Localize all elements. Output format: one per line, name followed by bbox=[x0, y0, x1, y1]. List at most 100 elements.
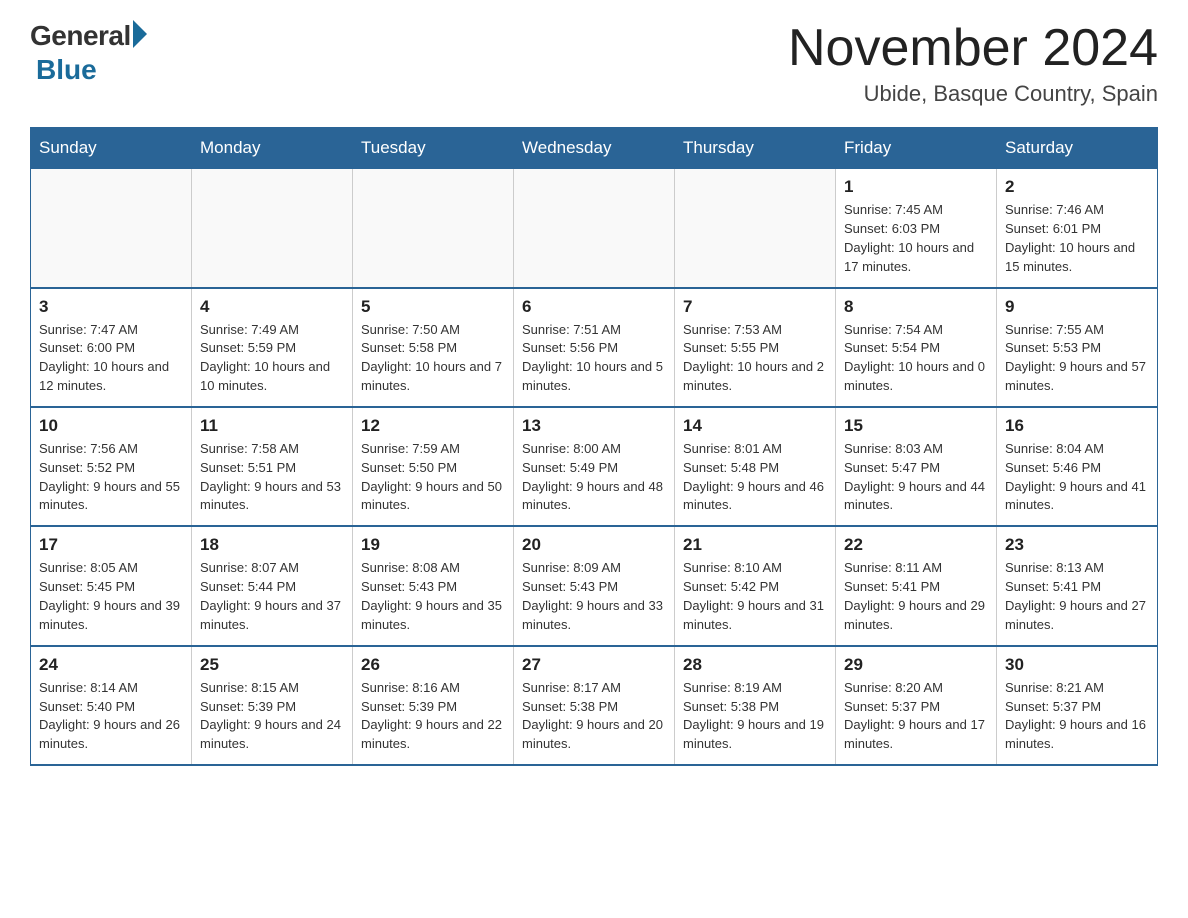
calendar-cell: 9 Sunrise: 7:55 AMSunset: 5:53 PMDaylight… bbox=[997, 288, 1158, 407]
day-info: Sunrise: 7:53 AMSunset: 5:55 PMDaylight:… bbox=[683, 321, 827, 396]
calendar-cell: 16 Sunrise: 8:04 AMSunset: 5:46 PMDayligh… bbox=[997, 407, 1158, 526]
month-title: November 2024 bbox=[788, 20, 1158, 77]
day-number: 14 bbox=[683, 416, 827, 436]
calendar-cell: 14Sunrise: 8:01 AMSunset: 5:48 PMDayligh… bbox=[675, 407, 836, 526]
day-number: 9 bbox=[1005, 297, 1149, 317]
calendar-cell: 6 Sunrise: 7:51 AMSunset: 5:56 PMDaylight… bbox=[514, 288, 675, 407]
day-number: 5 bbox=[361, 297, 505, 317]
day-info: Sunrise: 8:14 AMSunset: 5:40 PMDaylight:… bbox=[39, 679, 183, 754]
calendar-cell: 26 Sunrise: 8:16 AMSunset: 5:39 PMDayligh… bbox=[353, 646, 514, 765]
day-info: Sunrise: 7:54 AMSunset: 5:54 PMDaylight:… bbox=[844, 321, 988, 396]
day-info: Sunrise: 7:59 AMSunset: 5:50 PMDaylight:… bbox=[361, 440, 505, 515]
day-number: 28 bbox=[683, 655, 827, 675]
calendar-cell: 18 Sunrise: 8:07 AMSunset: 5:44 PMDayligh… bbox=[192, 526, 353, 645]
calendar-week-row: 10 Sunrise: 7:56 AMSunset: 5:52 PMDayligh… bbox=[31, 407, 1158, 526]
day-number: 3 bbox=[39, 297, 183, 317]
day-number: 15 bbox=[844, 416, 988, 436]
day-number: 10 bbox=[39, 416, 183, 436]
day-info: Sunrise: 8:04 AMSunset: 5:46 PMDaylight:… bbox=[1005, 440, 1149, 515]
day-number: 20 bbox=[522, 535, 666, 555]
page-header: General Blue November 2024 Ubide, Basque… bbox=[30, 20, 1158, 107]
calendar-table: SundayMondayTuesdayWednesdayThursdayFrid… bbox=[30, 127, 1158, 766]
title-area: November 2024 Ubide, Basque Country, Spa… bbox=[788, 20, 1158, 107]
day-number: 4 bbox=[200, 297, 344, 317]
calendar-cell: 25 Sunrise: 8:15 AMSunset: 5:39 PMDayligh… bbox=[192, 646, 353, 765]
day-info: Sunrise: 8:07 AMSunset: 5:44 PMDaylight:… bbox=[200, 559, 344, 634]
day-info: Sunrise: 8:11 AMSunset: 5:41 PMDaylight:… bbox=[844, 559, 988, 634]
calendar-cell: 8 Sunrise: 7:54 AMSunset: 5:54 PMDaylight… bbox=[836, 288, 997, 407]
day-info: Sunrise: 8:19 AMSunset: 5:38 PMDaylight:… bbox=[683, 679, 827, 754]
day-info: Sunrise: 7:56 AMSunset: 5:52 PMDaylight:… bbox=[39, 440, 183, 515]
day-number: 21 bbox=[683, 535, 827, 555]
calendar-cell: 15 Sunrise: 8:03 AMSunset: 5:47 PMDayligh… bbox=[836, 407, 997, 526]
day-info: Sunrise: 8:08 AMSunset: 5:43 PMDaylight:… bbox=[361, 559, 505, 634]
day-info: Sunrise: 8:00 AMSunset: 5:49 PMDaylight:… bbox=[522, 440, 666, 515]
day-number: 25 bbox=[200, 655, 344, 675]
calendar-cell: 29Sunrise: 8:20 AMSunset: 5:37 PMDayligh… bbox=[836, 646, 997, 765]
day-info: Sunrise: 7:46 AMSunset: 6:01 PMDaylight:… bbox=[1005, 201, 1149, 276]
day-number: 13 bbox=[522, 416, 666, 436]
day-info: Sunrise: 7:51 AMSunset: 5:56 PMDaylight:… bbox=[522, 321, 666, 396]
day-info: Sunrise: 8:17 AMSunset: 5:38 PMDaylight:… bbox=[522, 679, 666, 754]
day-number: 30 bbox=[1005, 655, 1149, 675]
day-info: Sunrise: 8:10 AMSunset: 5:42 PMDaylight:… bbox=[683, 559, 827, 634]
day-number: 12 bbox=[361, 416, 505, 436]
calendar-cell: 30 Sunrise: 8:21 AMSunset: 5:37 PMDayligh… bbox=[997, 646, 1158, 765]
calendar-cell: 10 Sunrise: 7:56 AMSunset: 5:52 PMDayligh… bbox=[31, 407, 192, 526]
calendar-cell: 20 Sunrise: 8:09 AMSunset: 5:43 PMDayligh… bbox=[514, 526, 675, 645]
calendar-week-row: 24Sunrise: 8:14 AMSunset: 5:40 PMDayligh… bbox=[31, 646, 1158, 765]
calendar-cell: 23Sunrise: 8:13 AMSunset: 5:41 PMDayligh… bbox=[997, 526, 1158, 645]
day-number: 2 bbox=[1005, 177, 1149, 197]
logo-blue-text: Blue bbox=[36, 54, 97, 86]
day-number: 26 bbox=[361, 655, 505, 675]
day-number: 7 bbox=[683, 297, 827, 317]
day-number: 27 bbox=[522, 655, 666, 675]
calendar-cell: 2 Sunrise: 7:46 AMSunset: 6:01 PMDaylight… bbox=[997, 169, 1158, 288]
day-number: 17 bbox=[39, 535, 183, 555]
day-number: 22 bbox=[844, 535, 988, 555]
weekday-header-thursday: Thursday bbox=[675, 128, 836, 169]
calendar-cell: 13 Sunrise: 8:00 AMSunset: 5:49 PMDayligh… bbox=[514, 407, 675, 526]
calendar-cell: 24Sunrise: 8:14 AMSunset: 5:40 PMDayligh… bbox=[31, 646, 192, 765]
calendar-cell: 7 Sunrise: 7:53 AMSunset: 5:55 PMDaylight… bbox=[675, 288, 836, 407]
logo-arrow-icon bbox=[133, 20, 147, 48]
day-number: 8 bbox=[844, 297, 988, 317]
day-number: 19 bbox=[361, 535, 505, 555]
calendar-week-row: 1Sunrise: 7:45 AMSunset: 6:03 PMDaylight… bbox=[31, 169, 1158, 288]
day-info: Sunrise: 8:15 AMSunset: 5:39 PMDaylight:… bbox=[200, 679, 344, 754]
calendar-cell: 19 Sunrise: 8:08 AMSunset: 5:43 PMDayligh… bbox=[353, 526, 514, 645]
day-info: Sunrise: 8:20 AMSunset: 5:37 PMDaylight:… bbox=[844, 679, 988, 754]
day-number: 18 bbox=[200, 535, 344, 555]
logo: General Blue bbox=[30, 20, 147, 86]
day-info: Sunrise: 8:03 AMSunset: 5:47 PMDaylight:… bbox=[844, 440, 988, 515]
calendar-cell: 5 Sunrise: 7:50 AMSunset: 5:58 PMDaylight… bbox=[353, 288, 514, 407]
weekday-header-monday: Monday bbox=[192, 128, 353, 169]
weekday-header-tuesday: Tuesday bbox=[353, 128, 514, 169]
weekday-header-saturday: Saturday bbox=[997, 128, 1158, 169]
day-info: Sunrise: 8:05 AMSunset: 5:45 PMDaylight:… bbox=[39, 559, 183, 634]
calendar-cell: 1Sunrise: 7:45 AMSunset: 6:03 PMDaylight… bbox=[836, 169, 997, 288]
day-info: Sunrise: 8:09 AMSunset: 5:43 PMDaylight:… bbox=[522, 559, 666, 634]
calendar-cell bbox=[353, 169, 514, 288]
day-info: Sunrise: 7:50 AMSunset: 5:58 PMDaylight:… bbox=[361, 321, 505, 396]
day-number: 23 bbox=[1005, 535, 1149, 555]
calendar-cell: 21 Sunrise: 8:10 AMSunset: 5:42 PMDayligh… bbox=[675, 526, 836, 645]
day-info: Sunrise: 7:55 AMSunset: 5:53 PMDaylight:… bbox=[1005, 321, 1149, 396]
weekday-header-sunday: Sunday bbox=[31, 128, 192, 169]
weekday-header-friday: Friday bbox=[836, 128, 997, 169]
calendar-cell bbox=[31, 169, 192, 288]
day-info: Sunrise: 8:21 AMSunset: 5:37 PMDaylight:… bbox=[1005, 679, 1149, 754]
weekday-header-wednesday: Wednesday bbox=[514, 128, 675, 169]
calendar-cell bbox=[514, 169, 675, 288]
day-info: Sunrise: 8:16 AMSunset: 5:39 PMDaylight:… bbox=[361, 679, 505, 754]
calendar-cell: 28 Sunrise: 8:19 AMSunset: 5:38 PMDayligh… bbox=[675, 646, 836, 765]
day-number: 6 bbox=[522, 297, 666, 317]
day-info: Sunrise: 7:47 AMSunset: 6:00 PMDaylight:… bbox=[39, 321, 183, 396]
calendar-cell: 17 Sunrise: 8:05 AMSunset: 5:45 PMDayligh… bbox=[31, 526, 192, 645]
calendar-cell: 12 Sunrise: 7:59 AMSunset: 5:50 PMDayligh… bbox=[353, 407, 514, 526]
logo-general-text: General bbox=[30, 20, 131, 52]
day-info: Sunrise: 7:49 AMSunset: 5:59 PMDaylight:… bbox=[200, 321, 344, 396]
calendar-header-row: SundayMondayTuesdayWednesdayThursdayFrid… bbox=[31, 128, 1158, 169]
day-number: 16 bbox=[1005, 416, 1149, 436]
calendar-cell: 22 Sunrise: 8:11 AMSunset: 5:41 PMDayligh… bbox=[836, 526, 997, 645]
